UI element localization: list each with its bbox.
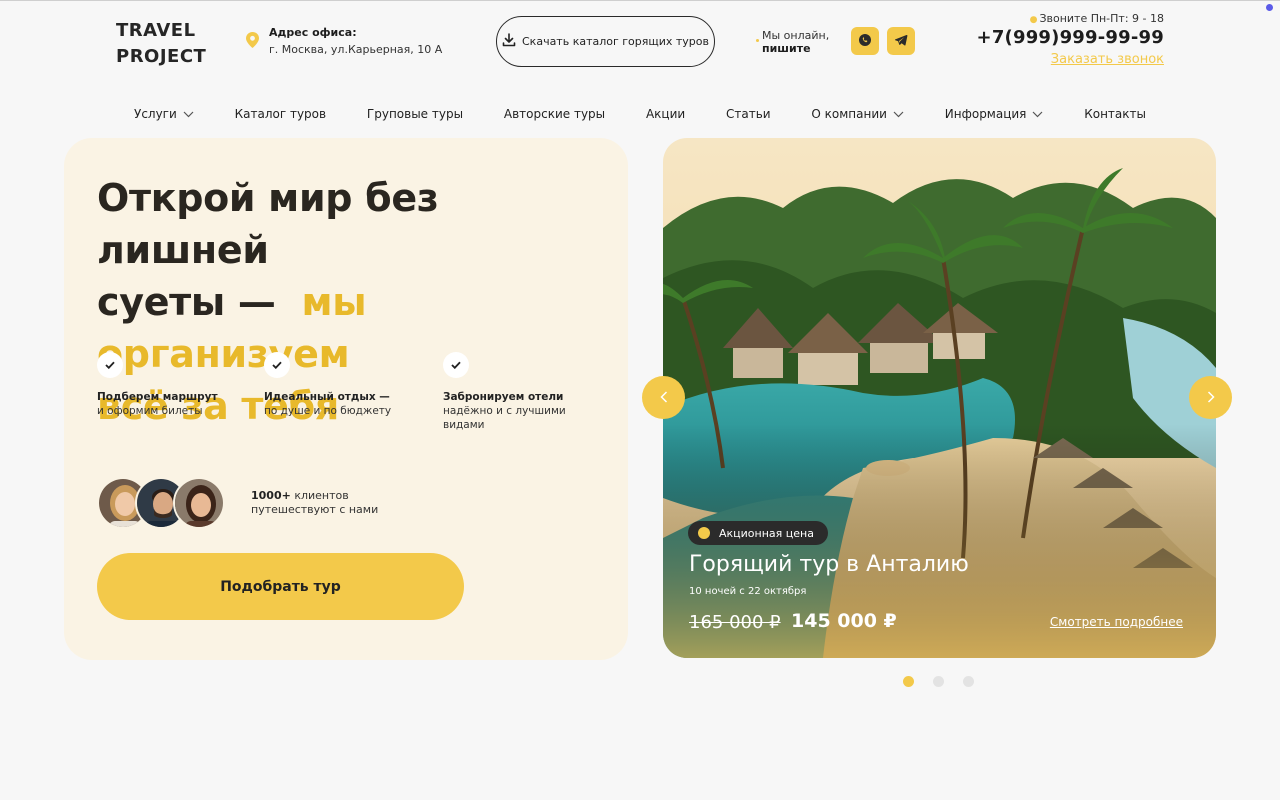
clients-info: 1000+ клиентов путешествуют с нами <box>251 489 378 517</box>
check-icon <box>97 352 123 378</box>
slider-next-button[interactable] <box>1189 376 1232 419</box>
chevron-left-icon <box>659 388 668 407</box>
pick-tour-button[interactable]: Подобрать тур <box>97 553 464 620</box>
office-address-text: г. Москва, ул.Карьерная, 10 А <box>269 43 443 56</box>
badge-dot <box>698 527 710 539</box>
whatsapp-button[interactable] <box>851 27 879 55</box>
client-avatars <box>97 477 227 529</box>
header-contacts: ● Звоните Пн-Пт: 9 - 18 +7(999)999-99-99 … <box>977 12 1164 67</box>
headline-part-1: Открой мир без лишней <box>97 176 439 272</box>
online-dot <box>756 39 759 42</box>
phone-number[interactable]: +7(999)999-99-99 <box>977 27 1164 48</box>
nav-label: Груповые туры <box>366 107 464 121</box>
request-callback-link[interactable]: Заказать звонок <box>1051 52 1164 67</box>
tour-slide[interactable]: Акционная цена Горящий тур в Анталию 10 … <box>663 138 1216 658</box>
resort-photo <box>663 138 1216 658</box>
logo[interactable]: TRAVEL PROJECT <box>116 18 206 70</box>
feature-title: Забронируем отели <box>443 391 564 403</box>
telegram-icon <box>894 32 908 51</box>
main-nav: Услуги Каталог туров Груповые туры Автор… <box>116 104 1164 124</box>
headline-part-2: суеты — <box>97 280 276 324</box>
logo-line-2: PROJECT <box>116 46 207 67</box>
clients-count: 1000+ <box>251 489 291 502</box>
pagination-dot-2[interactable] <box>933 676 944 687</box>
online-status: Мы онлайн, пишите <box>756 29 830 55</box>
slider-pagination <box>903 676 974 687</box>
nav-item-promotions[interactable]: Акции <box>646 107 685 121</box>
chevron-down-icon <box>893 107 904 121</box>
feature-title: Подберем маршрут <box>97 391 218 403</box>
nav-label: Услуги <box>134 107 177 121</box>
office-label: Адрес офиса: <box>269 26 357 39</box>
nav-item-services[interactable]: Услуги <box>134 107 194 121</box>
working-hours: ● Звоните Пн-Пт: 9 - 18 <box>1029 12 1164 25</box>
corner-indicator <box>1266 4 1273 11</box>
working-hours-text: Звоните Пн-Пт: 9 - 18 <box>1039 12 1164 25</box>
promo-badge: Акционная цена <box>688 521 828 545</box>
promo-badge-label: Акционная цена <box>719 526 814 540</box>
nav-item-group-tours[interactable]: Груповые туры <box>367 107 463 121</box>
feature-text: по душе и по бюджету <box>264 405 392 417</box>
site-header: TRAVEL PROJECT Адрес офиса: г. Москва, у… <box>116 12 1164 78</box>
chevron-down-icon <box>183 107 194 121</box>
old-price: 165 000 ₽ <box>689 612 781 633</box>
download-icon <box>502 33 516 50</box>
nav-label: Авторские туры <box>503 107 606 121</box>
feature-text: и оформим билеты <box>97 405 203 417</box>
top-border <box>0 0 1280 1</box>
nav-label: Каталог туров <box>234 107 327 121</box>
feature-route: Подберем маршрут и оформим билеты <box>97 352 218 418</box>
slide-title: Горящий тур в Анталию <box>689 552 969 577</box>
pagination-dot-1[interactable] <box>903 676 914 687</box>
telegram-button[interactable] <box>887 27 915 55</box>
new-price: 145 000 ₽ <box>791 610 897 632</box>
download-catalog-button[interactable]: Скачать каталог горящих туров <box>496 16 715 67</box>
nav-item-about[interactable]: О компании <box>811 107 904 121</box>
feature-text: надёжно и с лучшими <box>443 405 566 417</box>
nav-item-author-tours[interactable]: Авторские туры <box>504 107 605 121</box>
nav-item-tour-catalog[interactable]: Каталог туров <box>235 107 326 121</box>
chevron-down-icon <box>1032 107 1043 121</box>
feature-text: видами <box>443 419 485 431</box>
nav-label: Акции <box>645 107 686 121</box>
whatsapp-icon <box>858 32 872 51</box>
nav-label: О компании <box>811 107 887 121</box>
feature-vacation: Идеальный отдых — по душе и по бюджету <box>264 352 391 418</box>
nav-item-information[interactable]: Информация <box>945 107 1044 121</box>
avatar <box>173 477 225 529</box>
download-catalog-label: Скачать каталог горящих туров <box>522 35 709 48</box>
nav-item-contacts[interactable]: Контакты <box>1084 107 1146 121</box>
nav-item-articles[interactable]: Статьи <box>726 107 771 121</box>
slider-prev-button[interactable] <box>642 376 685 419</box>
nav-label: Статьи <box>726 107 771 121</box>
feature-hotels: Забронируем отели надёжно и с лучшими вида… <box>443 352 566 432</box>
slide-subtitle: 10 ночей с 22 октября <box>689 586 807 597</box>
feature-title: Идеальный отдых — <box>264 391 390 403</box>
nav-label: Информация <box>944 107 1027 121</box>
view-details-link[interactable]: Смотреть подробнее <box>1050 615 1183 629</box>
location-pin-icon <box>246 32 259 52</box>
online-line-2: пишите <box>762 42 811 55</box>
check-icon <box>443 352 469 378</box>
online-line-1: Мы онлайн, <box>762 29 830 42</box>
clients-line-2: путешествуют с нами <box>251 503 379 516</box>
chevron-right-icon <box>1207 388 1215 407</box>
logo-line-1: TRAVEL <box>116 20 196 41</box>
pagination-dot-3[interactable] <box>963 676 974 687</box>
check-icon <box>264 352 290 378</box>
nav-label: Контакты <box>1084 107 1146 121</box>
hero-card: Открой мир без лишней суеты — мы организ… <box>64 138 628 660</box>
clients-word: клиентов <box>294 489 349 502</box>
